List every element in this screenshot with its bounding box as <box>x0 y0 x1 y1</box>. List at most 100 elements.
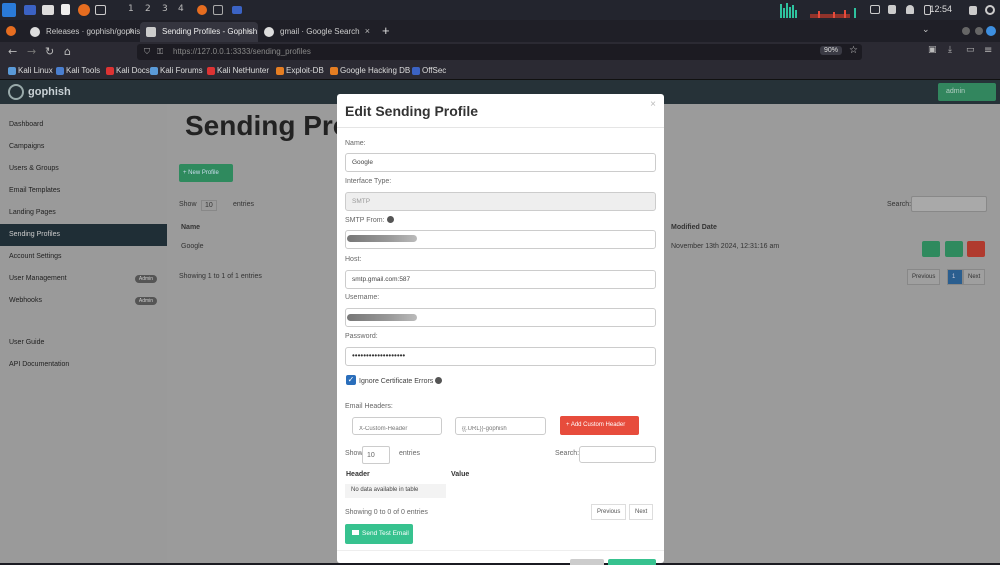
page-1-button[interactable]: 1 <box>947 269 963 285</box>
bookmark-kali-forums[interactable]: Kali Forums <box>150 66 203 75</box>
power-icon[interactable] <box>985 5 995 15</box>
profile-row-date: November 13th 2024, 12:31:16 am <box>671 243 780 250</box>
firefox-view-icon[interactable] <box>6 26 16 36</box>
gophish-logo-icon[interactable] <box>8 84 24 100</box>
host-field[interactable]: smtp.gmail.com:587 <box>345 270 656 289</box>
workspace-2[interactable]: 2 <box>145 4 151 14</box>
entries-select[interactable]: 10 <box>201 200 217 211</box>
zoom-level[interactable]: 90% <box>819 46 842 55</box>
menu-icon[interactable]: ≡ <box>984 45 992 56</box>
firefox-icon[interactable] <box>78 4 90 16</box>
kali-forums-icon <box>150 67 158 75</box>
close-icon[interactable]: × <box>129 26 134 36</box>
bookmark-kali-tools[interactable]: Kali Tools <box>56 66 100 75</box>
back-icon[interactable]: ← <box>8 45 17 58</box>
bookmark-kali-docs[interactable]: Kali Docs <box>106 66 150 75</box>
sidebar-item-landing-pages[interactable]: Landing Pages <box>0 202 167 224</box>
workspace-4[interactable]: 4 <box>178 4 184 14</box>
close-window-icon[interactable] <box>986 26 996 36</box>
ignore-cert-label[interactable]: Ignore Certificate Errors <box>359 377 443 385</box>
header-value-input[interactable] <box>455 417 546 435</box>
sidebar-item-account-settings[interactable]: Account Settings <box>0 246 167 268</box>
app-name[interactable]: gophish <box>28 86 71 98</box>
sidebar-item-dashboard[interactable]: Dashboard <box>0 114 167 136</box>
send-test-email-button[interactable]: Send Test Email <box>345 524 413 544</box>
notification-icon[interactable] <box>906 5 914 14</box>
profile-row-name: Google <box>181 243 204 250</box>
terminal-window-icon[interactable] <box>95 5 106 15</box>
sidebar-item-email-templates[interactable]: Email Templates <box>0 180 167 202</box>
bookmark-google-hacking-db[interactable]: Google Hacking DB <box>330 66 410 75</box>
delete-button[interactable] <box>967 241 985 257</box>
admin-menu-button[interactable]: admin <box>938 83 996 101</box>
close-icon[interactable]: × <box>365 26 370 36</box>
column-header-header[interactable]: Header <box>346 471 370 478</box>
bookmark-kali-linux[interactable]: Kali Linux <box>8 66 53 75</box>
pocket-icon[interactable]: ▣ <box>928 45 937 55</box>
new-tab-button[interactable]: + <box>382 23 390 38</box>
tab-gmail-search[interactable]: gmail · Google Search × <box>258 22 376 42</box>
downloads-icon[interactable]: ⤓ <box>948 45 952 55</box>
bookmark-star-icon[interactable]: ☆ <box>849 45 858 56</box>
maximize-icon[interactable] <box>975 27 983 35</box>
sidebar-item-campaigns[interactable]: Campaigns <box>0 136 167 158</box>
tab-releases[interactable]: Releases · gophish/gophish × <box>24 22 140 42</box>
terminal-icon[interactable] <box>24 5 36 15</box>
firefox-task-icon[interactable] <box>197 5 207 15</box>
bookmark-kali-nethunter[interactable]: Kali NetHunter <box>207 66 269 75</box>
workspace-1[interactable]: 1 <box>128 4 134 14</box>
volume-icon[interactable] <box>888 5 896 14</box>
search-input[interactable] <box>911 196 987 212</box>
extensions-icon[interactable]: ▭ <box>966 45 975 55</box>
copy-button[interactable] <box>945 241 963 257</box>
edit-button[interactable] <box>922 241 940 257</box>
sidebar-item-sending-profiles[interactable]: Sending Profiles <box>0 224 167 246</box>
lock-icon[interactable]: ⚿ <box>157 47 163 57</box>
name-field[interactable]: Google <box>345 153 656 172</box>
help-icon[interactable] <box>386 216 394 223</box>
column-header-modified-date[interactable]: Modified Date <box>671 224 717 231</box>
close-icon[interactable]: × <box>247 26 252 36</box>
url-bar[interactable]: ⛉ ⚿ https://127.0.0.1:3333/sending_profi… <box>137 44 862 60</box>
sidebar-item-api-documentation[interactable]: API Documentation <box>0 354 167 376</box>
help-icon[interactable] <box>435 377 443 384</box>
close-icon[interactable]: × <box>650 99 656 110</box>
bookmark-offsec[interactable]: OffSec <box>412 66 446 75</box>
previous-page-button[interactable]: Previous <box>591 504 627 520</box>
ignore-cert-checkbox[interactable]: ✓ <box>346 375 356 385</box>
app-task-icon[interactable] <box>232 6 242 14</box>
next-page-button[interactable]: Next <box>629 504 654 520</box>
tab-list-icon[interactable]: ⌄ <box>922 24 930 35</box>
home-icon[interactable]: ⌂ <box>64 45 71 58</box>
workspace-3[interactable]: 3 <box>162 4 168 14</box>
cancel-button[interactable] <box>570 559 604 565</box>
sidebar-item-users-groups[interactable]: Users & Groups <box>0 158 167 180</box>
kali-menu-icon[interactable] <box>2 3 16 17</box>
bookmark-exploit-db[interactable]: Exploit-DB <box>276 66 324 75</box>
column-header-name[interactable]: Name <box>181 224 200 231</box>
header-name-input[interactable] <box>352 417 442 435</box>
files-icon[interactable] <box>42 5 54 15</box>
forward-icon[interactable]: → <box>27 45 36 58</box>
lock-icon[interactable] <box>969 6 977 15</box>
next-page-button[interactable]: Next <box>963 269 986 285</box>
headers-search-input[interactable] <box>579 446 656 463</box>
sidebar-item-webhooks[interactable]: Webhooks Admin <box>0 290 167 312</box>
screen-icon[interactable] <box>870 5 880 14</box>
previous-page-button[interactable]: Previous <box>907 269 941 285</box>
entries-select[interactable]: 10 <box>362 446 390 464</box>
tab-sending-profiles[interactable]: Sending Profiles - Gophish × <box>140 22 258 42</box>
url-text[interactable]: https://127.0.0.1:3333/sending_profiles <box>173 47 311 56</box>
add-custom-header-button[interactable]: + Add Custom Header <box>560 416 639 435</box>
shield-icon[interactable]: ⛉ <box>144 47 150 57</box>
minimize-icon[interactable] <box>962 27 970 35</box>
sidebar-item-user-management[interactable]: User Management Admin <box>0 268 167 290</box>
sidebar-item-user-guide[interactable]: User Guide <box>0 332 167 354</box>
password-field[interactable]: ••••••••••••••••••• <box>345 347 656 366</box>
reload-icon[interactable]: ↻ <box>45 45 54 58</box>
column-header-value[interactable]: Value <box>451 471 469 478</box>
save-profile-button[interactable] <box>608 559 656 565</box>
new-profile-button[interactable]: + New Profile <box>179 164 233 182</box>
text-editor-icon[interactable] <box>61 4 70 15</box>
window-task-icon[interactable] <box>213 5 223 15</box>
